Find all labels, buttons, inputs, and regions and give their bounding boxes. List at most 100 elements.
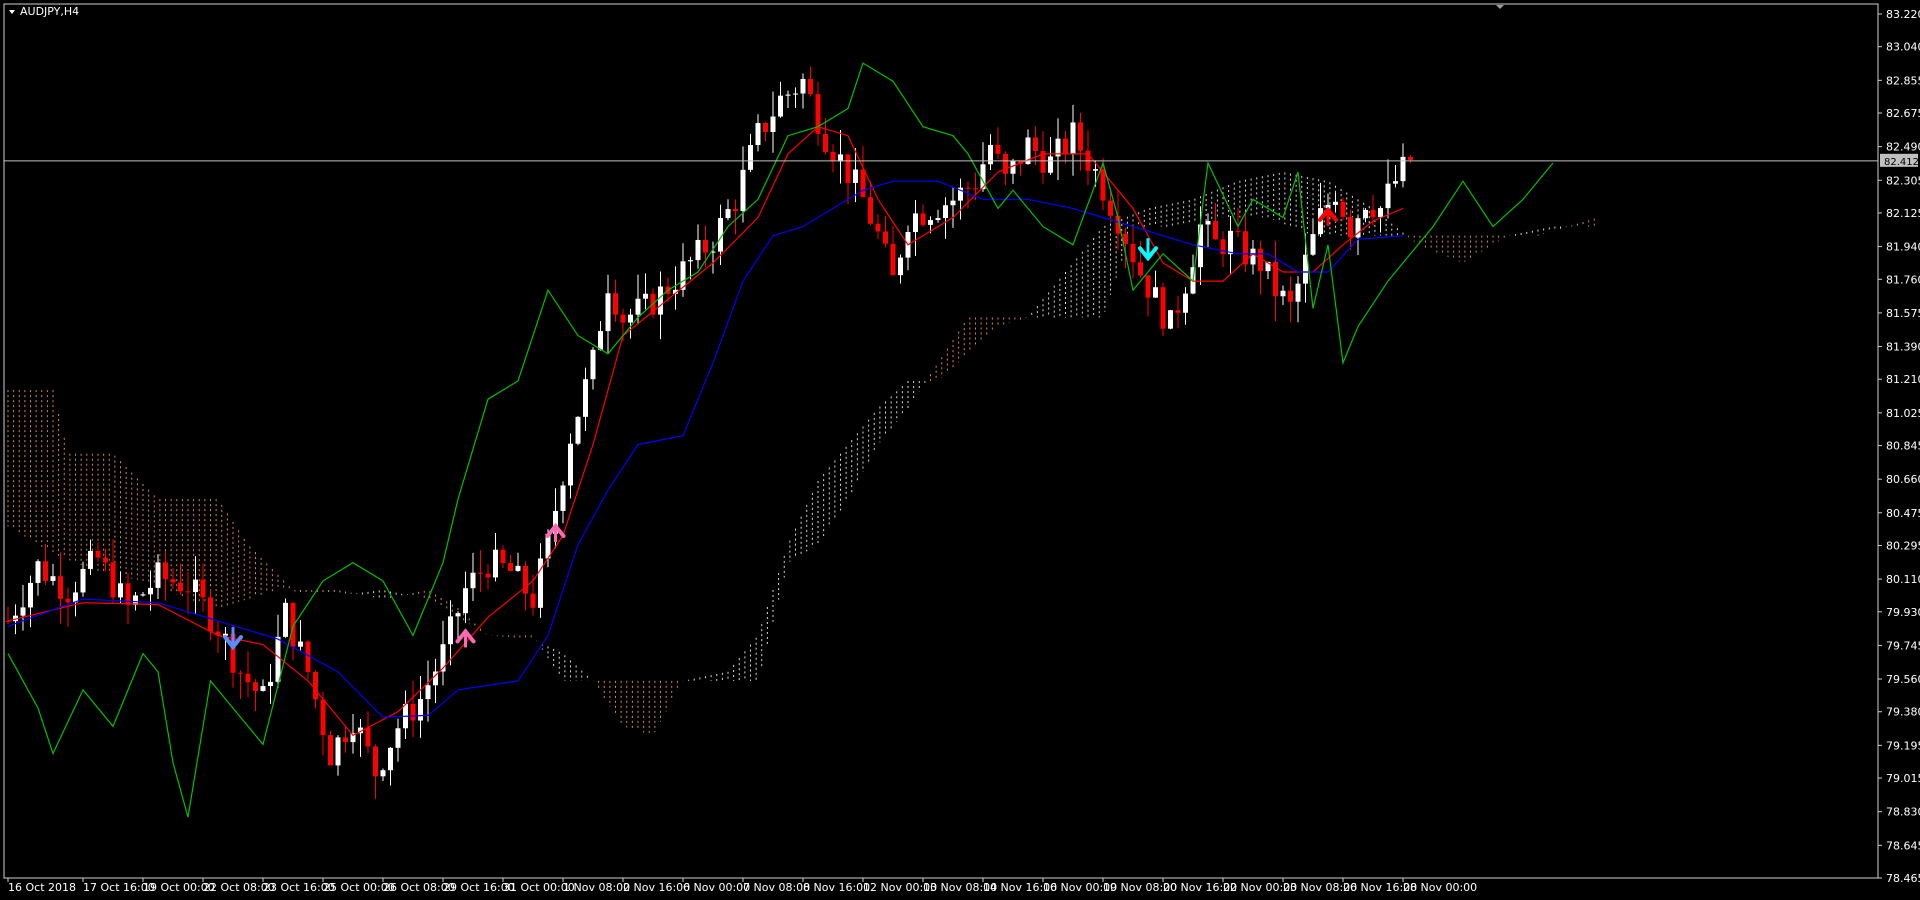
candle-bear <box>1130 243 1136 263</box>
candle-bear <box>1288 290 1293 302</box>
candle-bull <box>913 213 918 233</box>
candle-bull <box>1280 290 1286 297</box>
candle-bull <box>193 579 198 593</box>
x-tick-label: 1 Nov 08:00 <box>563 881 630 894</box>
y-tick-label: 79.195 <box>1886 739 1920 752</box>
y-tick-label: 80.660 <box>1886 473 1920 486</box>
candle-bear <box>920 213 926 225</box>
candle-bull <box>770 116 776 133</box>
candle-bull <box>725 209 731 219</box>
candle-bull <box>575 416 581 444</box>
candle-bull <box>1070 122 1076 154</box>
y-tick-label: 79.930 <box>1886 606 1920 619</box>
candle-bull <box>568 443 573 486</box>
candle-bull <box>35 561 41 583</box>
candle-bear <box>1145 275 1151 298</box>
candle-bear <box>1370 209 1376 218</box>
candle-bear <box>253 682 258 691</box>
candle-bull <box>695 239 701 261</box>
candle-bear <box>1138 262 1143 276</box>
candle-bear <box>830 151 836 162</box>
candle-bear <box>1003 153 1008 174</box>
candle-bull <box>298 641 303 647</box>
candle-bear <box>485 573 491 578</box>
candle-bull <box>425 685 431 700</box>
y-tick-label: 82.675 <box>1886 107 1920 120</box>
candle-bear <box>1220 239 1226 255</box>
candle-bear <box>868 197 873 224</box>
y-tick-label: 82.305 <box>1886 174 1920 187</box>
x-axis: 16 Oct 2018 17 Oct 16:0019 Oct 00:0022 Oc… <box>7 878 1477 894</box>
candle-bear <box>478 572 483 574</box>
candle-bear <box>290 602 296 647</box>
candle-bear <box>373 746 378 777</box>
candle-bull <box>335 737 341 766</box>
candle-bear <box>620 314 626 323</box>
candle-bull <box>935 218 941 221</box>
candle-bull <box>88 550 93 569</box>
candle-bear <box>238 672 243 674</box>
candle-bull <box>1378 208 1383 218</box>
candle-bull <box>275 636 281 682</box>
candle-bull <box>740 169 746 212</box>
price-chart[interactable]: 82.412 83.220 83.040 82.855 82.675 82.490 82.… <box>0 0 1920 900</box>
y-tick-label: 82.855 <box>1886 74 1920 87</box>
candle-bull <box>118 583 123 598</box>
candle-bull <box>1048 156 1053 173</box>
candle-bull <box>928 220 933 225</box>
candle-bear <box>845 154 851 183</box>
candle-bull <box>643 293 648 299</box>
y-tick-label: 79.380 <box>1886 706 1920 719</box>
x-tick-label: 6 Nov 00:00 <box>683 881 750 894</box>
candle-bear <box>365 727 371 747</box>
candle-bull <box>515 565 521 571</box>
candle-bear <box>860 169 866 198</box>
candle-bear <box>313 671 318 700</box>
candle-bear <box>1078 122 1083 151</box>
candle-bull <box>20 607 26 616</box>
candle-bear <box>1348 216 1353 238</box>
candle-bear <box>110 562 116 598</box>
y-tick-label: 78.465 <box>1886 872 1920 885</box>
candle-bull <box>560 485 566 511</box>
y-tick-label: 80.295 <box>1886 539 1920 552</box>
candle-bear <box>200 579 206 598</box>
candle-bear <box>1408 156 1413 160</box>
candle-bear <box>973 188 978 190</box>
candle-bull <box>470 572 476 589</box>
y-tick-label: 83.040 <box>1886 41 1920 54</box>
candle-bear <box>320 699 326 736</box>
y-tick-label: 81.575 <box>1886 307 1920 320</box>
candle-bull <box>455 613 461 617</box>
candle-bear <box>1235 230 1241 232</box>
candle-bull <box>605 293 611 332</box>
candle-bull <box>1168 310 1173 329</box>
candle-bear <box>875 223 881 232</box>
candle-bear <box>1175 310 1181 313</box>
candle-bear <box>1213 220 1218 240</box>
candle-bear <box>1340 201 1346 217</box>
candle-bear <box>208 597 213 632</box>
candle-bear <box>410 703 416 721</box>
candle-bull <box>28 582 33 608</box>
x-tick-label: 2 Nov 16:00 <box>623 881 690 894</box>
candle-bear <box>163 562 168 580</box>
y-tick-label: 79.015 <box>1886 772 1920 785</box>
candle-bear <box>823 133 828 152</box>
candle-bull <box>748 145 753 170</box>
candle-bear <box>703 239 708 253</box>
y-tick-label: 79.560 <box>1886 673 1920 686</box>
candle-bull <box>493 549 498 578</box>
candle-bear <box>95 550 101 558</box>
candle-bull <box>793 93 798 95</box>
x-tick-label: 28 Nov 00:00 <box>1403 881 1477 894</box>
candle-bull <box>1363 209 1368 219</box>
candle-bull <box>785 94 791 96</box>
candle-bull <box>260 686 266 691</box>
candle-bull <box>155 562 161 588</box>
candle-bear <box>500 549 506 564</box>
candle-bear <box>58 576 63 599</box>
candle-bear <box>1108 200 1113 216</box>
chart-title[interactable]: AUDJPY,H4 <box>9 5 79 18</box>
y-tick-label: 81.760 <box>1886 273 1920 286</box>
